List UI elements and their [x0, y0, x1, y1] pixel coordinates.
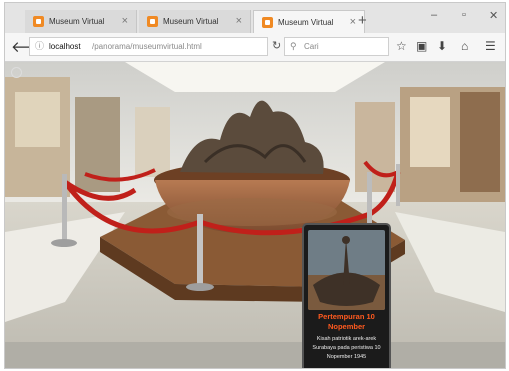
address-bar[interactable]: ⓘ localhost /panorama/museumvirtual.html: [29, 37, 268, 56]
navigation-toolbar: 🡐 ⓘ localhost /panorama/museumvirtual.ht…: [5, 33, 505, 62]
search-placeholder: Cari: [304, 42, 319, 51]
download-icon[interactable]: ⬇: [437, 39, 447, 53]
museum-favicon-icon: [33, 16, 44, 27]
tab-museum-virtual-3[interactable]: Museum Virtual ×: [253, 10, 365, 33]
library-icon[interactable]: ▣: [416, 39, 427, 53]
hotspot-card-title: Pertempuran 10 Nopember: [318, 312, 375, 331]
hotspot-info-card[interactable]: Pertempuran 10 Nopember Kisah patriotik …: [302, 223, 391, 368]
menu-icon[interactable]: ☰: [485, 39, 496, 53]
tab-close-icon[interactable]: ×: [236, 10, 242, 33]
compass-icon[interactable]: [11, 67, 22, 78]
minimize-button[interactable]: –: [431, 9, 437, 21]
hotspot-card-image: [308, 230, 385, 310]
tab-title: Museum Virtual: [49, 17, 105, 26]
tab-close-icon[interactable]: ×: [122, 10, 128, 33]
tab-title: Museum Virtual: [163, 17, 219, 26]
address-host: localhost: [49, 42, 81, 51]
tab-museum-virtual-2[interactable]: Museum Virtual ×: [139, 10, 251, 33]
search-icon: ⚲: [290, 41, 297, 51]
new-tab-button[interactable]: +: [358, 12, 367, 30]
museum-favicon-icon: [147, 16, 158, 27]
tab-strip: Museum Virtual × Museum Virtual × Museum…: [5, 3, 505, 33]
panorama-scene[interactable]: [5, 62, 505, 368]
tab-title: Museum Virtual: [278, 18, 334, 27]
hotspot-card-description: Kisah patriotik arek-arek Surabaya pada …: [312, 336, 381, 360]
close-window-button[interactable]: ✕: [489, 9, 498, 22]
star-icon[interactable]: ☆: [396, 39, 407, 53]
tab-close-icon[interactable]: ×: [350, 11, 356, 34]
address-path: /panorama/museumvirtual.html: [92, 42, 202, 51]
info-icon[interactable]: ⓘ: [35, 38, 44, 55]
museum-favicon-icon: [262, 17, 273, 28]
maximize-button[interactable]: ▫: [462, 9, 466, 21]
browser-window: Museum Virtual × Museum Virtual × Museum…: [4, 2, 506, 369]
reload-icon[interactable]: ↻: [272, 39, 281, 52]
tab-museum-virtual-1[interactable]: Museum Virtual ×: [25, 10, 137, 33]
search-field[interactable]: ⚲ Cari: [284, 37, 389, 56]
home-icon[interactable]: ⌂: [461, 39, 468, 53]
panorama-viewport[interactable]: Pertempuran 10 Nopember Kisah patriotik …: [5, 62, 505, 368]
